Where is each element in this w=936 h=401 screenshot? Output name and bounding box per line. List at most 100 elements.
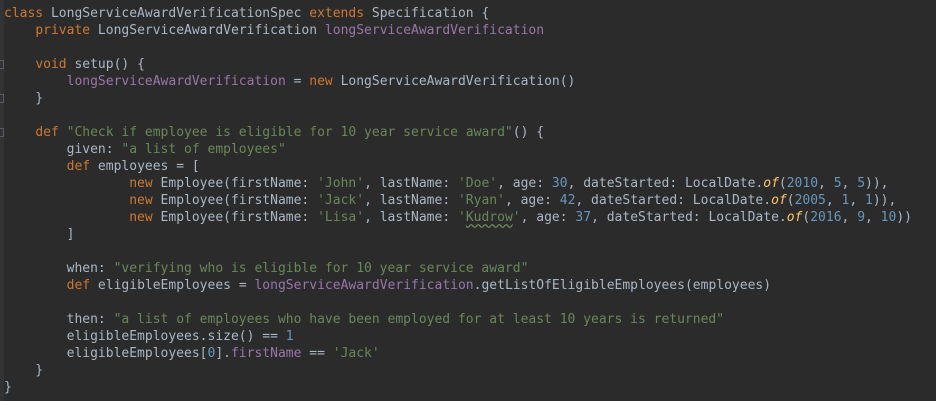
code-token: )),: [865, 176, 889, 191]
code-editor[interactable]: class LongServiceAwardVerificationSpec e…: [0, 0, 936, 401]
code-token: 2005: [794, 193, 826, 208]
code-token: ]: [4, 227, 75, 242]
code-line[interactable]: class LongServiceAwardVerificationSpec e…: [4, 5, 489, 22]
code-token: Specification {: [364, 6, 490, 21]
code-line[interactable]: new Employee(firstName: 'Lisa', lastName…: [4, 209, 912, 226]
code-line[interactable]: def "Check if employee is eligible for 1…: [4, 124, 544, 141]
code-token: def: [35, 125, 59, 140]
code-token: , dateStarted: LocalDate.: [567, 176, 764, 191]
code-token: longServiceAwardVerification: [324, 23, 545, 38]
code-line[interactable]: void setup() {: [4, 56, 145, 73]
code-token: new: [129, 176, 153, 191]
code-token: () {: [512, 125, 545, 140]
code-line[interactable]: }: [4, 362, 43, 379]
code-token: Kudrow: [465, 210, 513, 225]
code-token: new: [129, 210, 153, 225]
code-line[interactable]: new Employee(firstName: 'Jack', lastName…: [4, 192, 896, 209]
code-line[interactable]: def employees = [: [4, 158, 200, 175]
code-token: "a list of employees": [121, 142, 286, 157]
code-token: then:: [4, 312, 114, 327]
code-token: firstName: [230, 346, 302, 361]
code-token: of: [786, 210, 803, 225]
code-token: , dateStarted: LocalDate.: [591, 210, 787, 225]
code-token: ,: [849, 193, 866, 208]
code-token: LongServiceAwardVerification(): [332, 74, 576, 89]
code-token: new: [309, 74, 333, 89]
code-token: =: [285, 74, 310, 89]
code-token: eligibleEmployees.size() ==: [4, 329, 286, 344]
code-token: 'Jack': [317, 193, 365, 208]
code-line[interactable]: }: [4, 379, 12, 396]
code-token: (: [778, 176, 787, 191]
code-token: )): [896, 210, 912, 225]
code-token: of: [763, 176, 779, 191]
code-token: new: [129, 193, 153, 208]
code-token: "a list of employees who have been emplo…: [113, 312, 725, 327]
code-token: def: [66, 159, 91, 174]
code-token: , age:: [504, 193, 560, 208]
code-token: ': [457, 210, 466, 225]
code-line[interactable]: eligibleEmployees[0].firstName == 'Jack': [4, 345, 380, 362]
code-token: LongServiceAwardVerification: [90, 23, 325, 38]
code-token: ].: [215, 346, 231, 361]
code-token: void: [35, 57, 67, 72]
code-token: ==: [301, 346, 333, 361]
code-token: "verifying who is eligible for 10 year s…: [113, 261, 529, 276]
code-token: , lastName:: [364, 176, 458, 191]
code-line[interactable]: eligibleEmployees.size() == 1: [4, 328, 294, 345]
code-token: LongServiceAwardVerificationSpec: [43, 6, 310, 21]
code-token: }: [4, 380, 12, 395]
code-token: given:: [4, 142, 122, 157]
code-token: longServiceAwardVerification: [66, 74, 286, 89]
code-token: 5: [833, 176, 842, 191]
code-token: ,: [841, 176, 858, 191]
code-token: 'Jack': [332, 346, 380, 361]
code-token: when:: [4, 261, 114, 276]
code-line[interactable]: when: "verifying who is eligible for 10 …: [4, 260, 529, 277]
code-token: def: [66, 278, 91, 293]
code-token: 2016: [810, 210, 842, 225]
code-line[interactable]: private LongServiceAwardVerification lon…: [4, 22, 544, 39]
code-token: Employee(firstName:: [152, 176, 318, 191]
code-token: of: [771, 193, 787, 208]
code-token: }: [4, 91, 44, 106]
code-line[interactable]: def eligibleEmployees = longServiceAward…: [4, 277, 771, 294]
code-token: 5: [857, 176, 866, 191]
code-token: 2010: [786, 176, 819, 191]
code-token: , lastName:: [364, 193, 458, 208]
code-line[interactable]: ]: [4, 226, 75, 243]
code-token: 37: [575, 210, 592, 225]
code-token: 1: [865, 193, 873, 208]
code-line[interactable]: longServiceAwardVerification = new LongS…: [4, 73, 576, 90]
code-token: 'John': [317, 176, 365, 191]
code-token: , age:: [520, 210, 576, 225]
code-line[interactable]: then: "a list of employees who have been…: [4, 311, 724, 328]
code-token: ': [512, 210, 521, 225]
code-token: (: [786, 193, 795, 208]
code-token: 1: [285, 329, 294, 344]
code-token: setup() {: [66, 57, 145, 72]
code-token: 30: [551, 176, 568, 191]
code-token: 'Doe': [457, 176, 498, 191]
code-token: 'Lisa': [317, 210, 365, 225]
code-token: class: [4, 6, 44, 21]
code-line[interactable]: given: "a list of employees": [4, 141, 286, 158]
code-token: 10: [880, 210, 897, 225]
code-token: eligibleEmployees =: [90, 278, 255, 293]
code-token: , lastName:: [364, 210, 458, 225]
code-token: Employee(firstName:: [152, 193, 318, 208]
code-token: 'Ryan': [457, 193, 505, 208]
code-line[interactable]: }: [4, 90, 43, 107]
code-line[interactable]: new Employee(firstName: 'John', lastName…: [4, 175, 889, 192]
code-token: employees = [: [90, 159, 200, 174]
code-token: ,: [825, 193, 842, 208]
